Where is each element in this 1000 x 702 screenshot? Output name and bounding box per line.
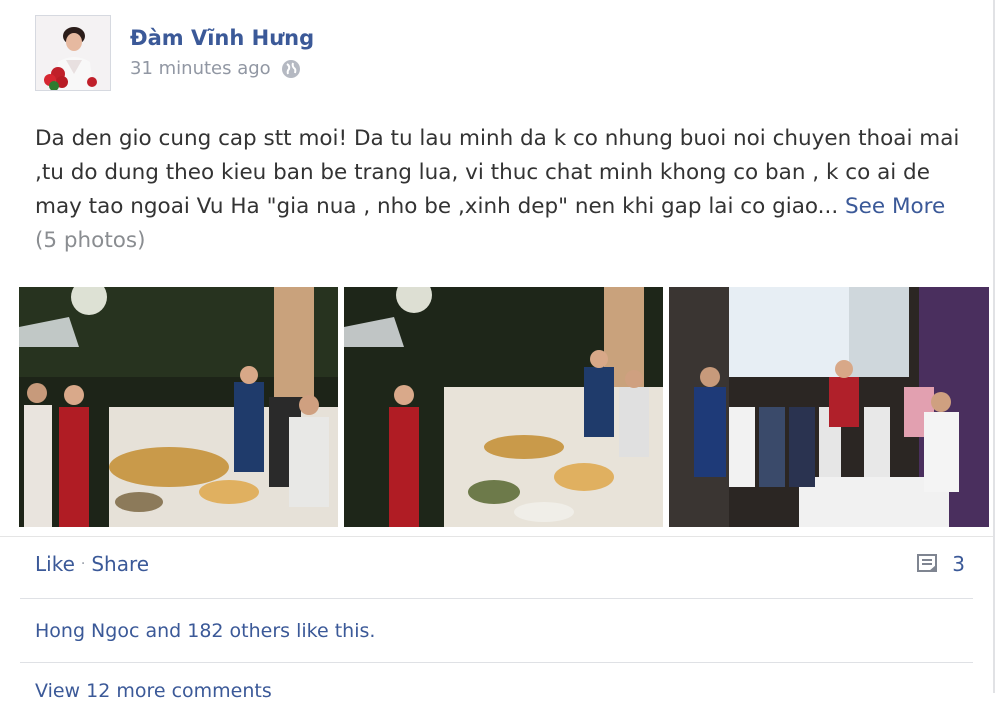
divider: [0, 536, 993, 537]
like-link[interactable]: Like: [35, 552, 75, 576]
post-body: Da den gio cung cap stt moi! Da tu lau m…: [35, 122, 980, 258]
post-actions: Like · Share: [35, 552, 149, 576]
photo-count[interactable]: (5 photos): [35, 228, 146, 253]
photo-grid: [19, 287, 989, 527]
divider: [20, 662, 973, 663]
post-photo[interactable]: [669, 287, 989, 527]
author-name[interactable]: Đàm Vĩnh Hưng: [130, 26, 314, 50]
comment-icon: [917, 554, 938, 572]
post-meta: 31 minutes ago: [130, 58, 301, 79]
divider: [20, 598, 973, 599]
see-more-link[interactable]: See More: [845, 194, 945, 219]
avatar-image: [36, 16, 110, 90]
likes-summary: Hong Ngoc and 182 others like this.: [35, 620, 375, 642]
post-card: Đàm Vĩnh Hưng 31 minutes ago Da den gio …: [0, 0, 995, 702]
comment-count[interactable]: 3: [916, 552, 965, 576]
share-link[interactable]: Share: [91, 552, 149, 576]
liker-name[interactable]: Hong Ngoc: [35, 620, 139, 642]
globe-icon[interactable]: [281, 59, 301, 79]
post-photo[interactable]: [19, 287, 338, 527]
author-avatar[interactable]: [35, 15, 111, 91]
post-text: Da den gio cung cap stt moi! Da tu lau m…: [35, 126, 960, 219]
view-more-comments-link[interactable]: View 12 more comments: [35, 680, 272, 702]
comment-count-value: 3: [952, 552, 965, 576]
post-timestamp[interactable]: 31 minutes ago: [130, 58, 271, 79]
action-separator: ·: [80, 556, 86, 572]
post-photo[interactable]: [344, 287, 663, 527]
likes-text[interactable]: and 182 others like this.: [139, 620, 375, 642]
